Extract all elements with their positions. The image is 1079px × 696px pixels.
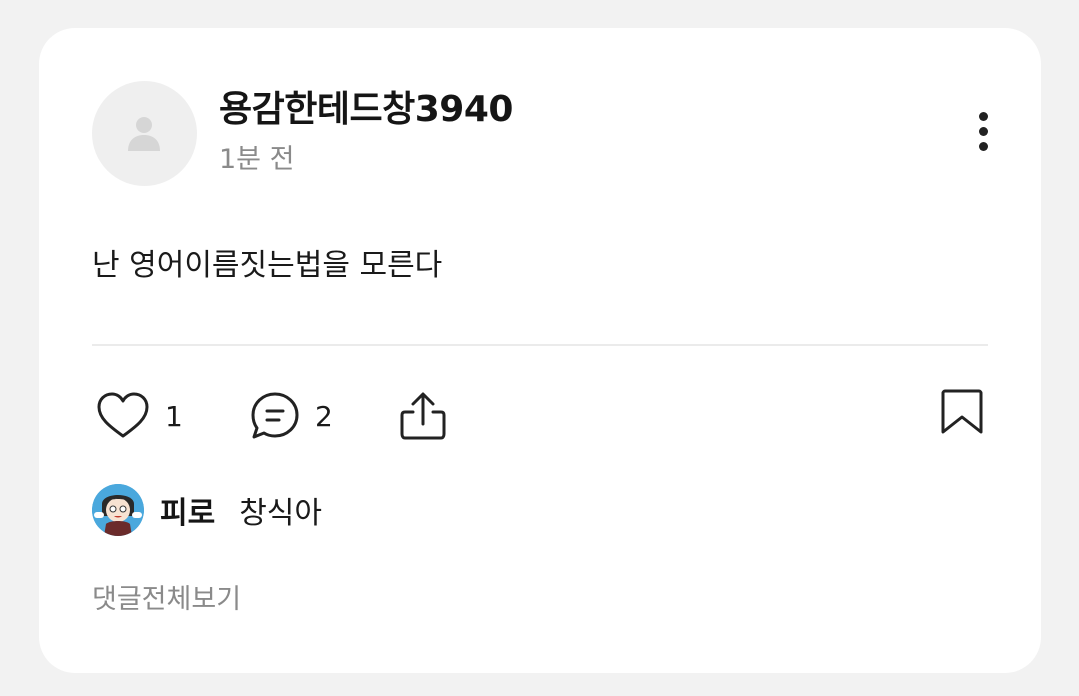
bookmark-icon (941, 389, 983, 434)
divider (92, 344, 988, 346)
post-card: 용감한테드창3940 1분 전 난 영어이름짓는법을 모른다 1 2 피로 창식… (39, 28, 1041, 673)
view-all-comments-link[interactable]: 댓글전체보기 (92, 580, 241, 620)
share-button[interactable] (398, 390, 448, 442)
commenter-avatar[interactable] (92, 484, 144, 536)
more-vertical-icon (979, 112, 988, 121)
comment-preview[interactable]: 피로 창식아 (92, 483, 322, 537)
author-avatar[interactable] (92, 81, 197, 186)
author-name[interactable]: 용감한테드창3940 (219, 86, 513, 134)
speech-bubble-icon (251, 392, 299, 439)
commenter-avatar-image (92, 484, 144, 536)
like-count: 1 (165, 399, 183, 433)
heart-icon (97, 392, 149, 438)
share-icon (400, 392, 446, 440)
comment-text: 창식아 (239, 496, 323, 531)
bookmark-button[interactable] (939, 386, 985, 438)
more-options-button[interactable] (969, 108, 999, 156)
post-time: 1분 전 (219, 144, 295, 175)
comment-count: 2 (315, 399, 333, 433)
like-button[interactable]: 1 (95, 390, 183, 442)
commenter-name[interactable]: 피로 (160, 488, 215, 532)
person-placeholder-icon (128, 117, 160, 151)
comment-button[interactable]: 2 (249, 390, 333, 442)
post-content: 난 영어이름짓는법을 모른다 (92, 248, 443, 283)
